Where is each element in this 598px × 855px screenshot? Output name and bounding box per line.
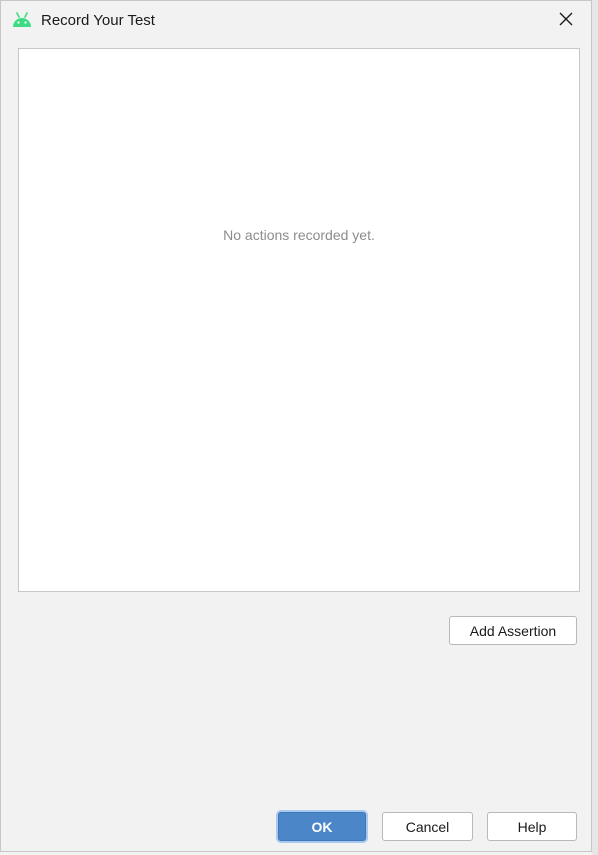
close-icon: [559, 12, 573, 31]
cancel-button[interactable]: Cancel: [382, 812, 473, 841]
recorded-actions-panel[interactable]: No actions recorded yet.: [18, 48, 580, 592]
ok-button[interactable]: OK: [278, 812, 366, 841]
empty-state-message: No actions recorded yet.: [223, 227, 375, 243]
background-edge: [592, 0, 598, 855]
help-button[interactable]: Help: [487, 812, 577, 841]
add-assertion-button[interactable]: Add Assertion: [449, 616, 577, 645]
record-test-dialog: Record Your Test No actions recorded yet…: [0, 0, 592, 852]
title-bar: Record Your Test: [1, 1, 591, 41]
close-button[interactable]: [546, 3, 586, 39]
android-icon: [12, 12, 32, 28]
dialog-title: Record Your Test: [41, 12, 155, 29]
